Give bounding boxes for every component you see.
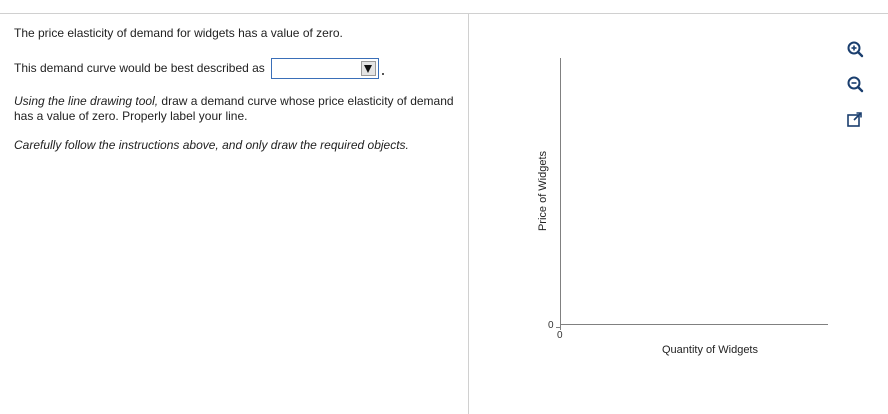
x-axis-tick: [560, 325, 561, 329]
dropdown-question: This demand curve would be best describe…: [14, 58, 384, 79]
y-tick-label: 0: [548, 320, 554, 331]
drawing-instructions: Using the line drawing tool, draw a dema…: [14, 94, 454, 124]
x-axis: [560, 324, 828, 325]
page: The price elasticity of demand for widge…: [0, 0, 888, 414]
dropdown-arrow-icon[interactable]: [360, 61, 376, 76]
y-axis: [560, 58, 561, 330]
zoom-in-icon[interactable]: [845, 40, 865, 60]
graph-canvas[interactable]: 0 0 Price of Widgets Quantity of Widgets: [520, 50, 840, 370]
y-axis-label: Price of Widgets: [537, 150, 549, 232]
dropdown-prompt: This demand curve would be best describe…: [14, 61, 265, 75]
expand-icon[interactable]: [845, 110, 865, 130]
sentence-period: [381, 72, 384, 75]
zoom-out-icon[interactable]: [845, 75, 865, 95]
x-axis-label: Quantity of Widgets: [662, 344, 758, 356]
drawing-tool-phrase: Using the line drawing tool,: [14, 94, 159, 108]
x-tick-label: 0: [557, 330, 563, 341]
answer-dropdown[interactable]: [270, 58, 379, 79]
panel-divider: [468, 14, 469, 414]
top-divider: [0, 13, 888, 14]
careful-instructions: Carefully follow the instructions above,…: [14, 138, 409, 152]
question-statement: The price elasticity of demand for widge…: [14, 26, 343, 40]
